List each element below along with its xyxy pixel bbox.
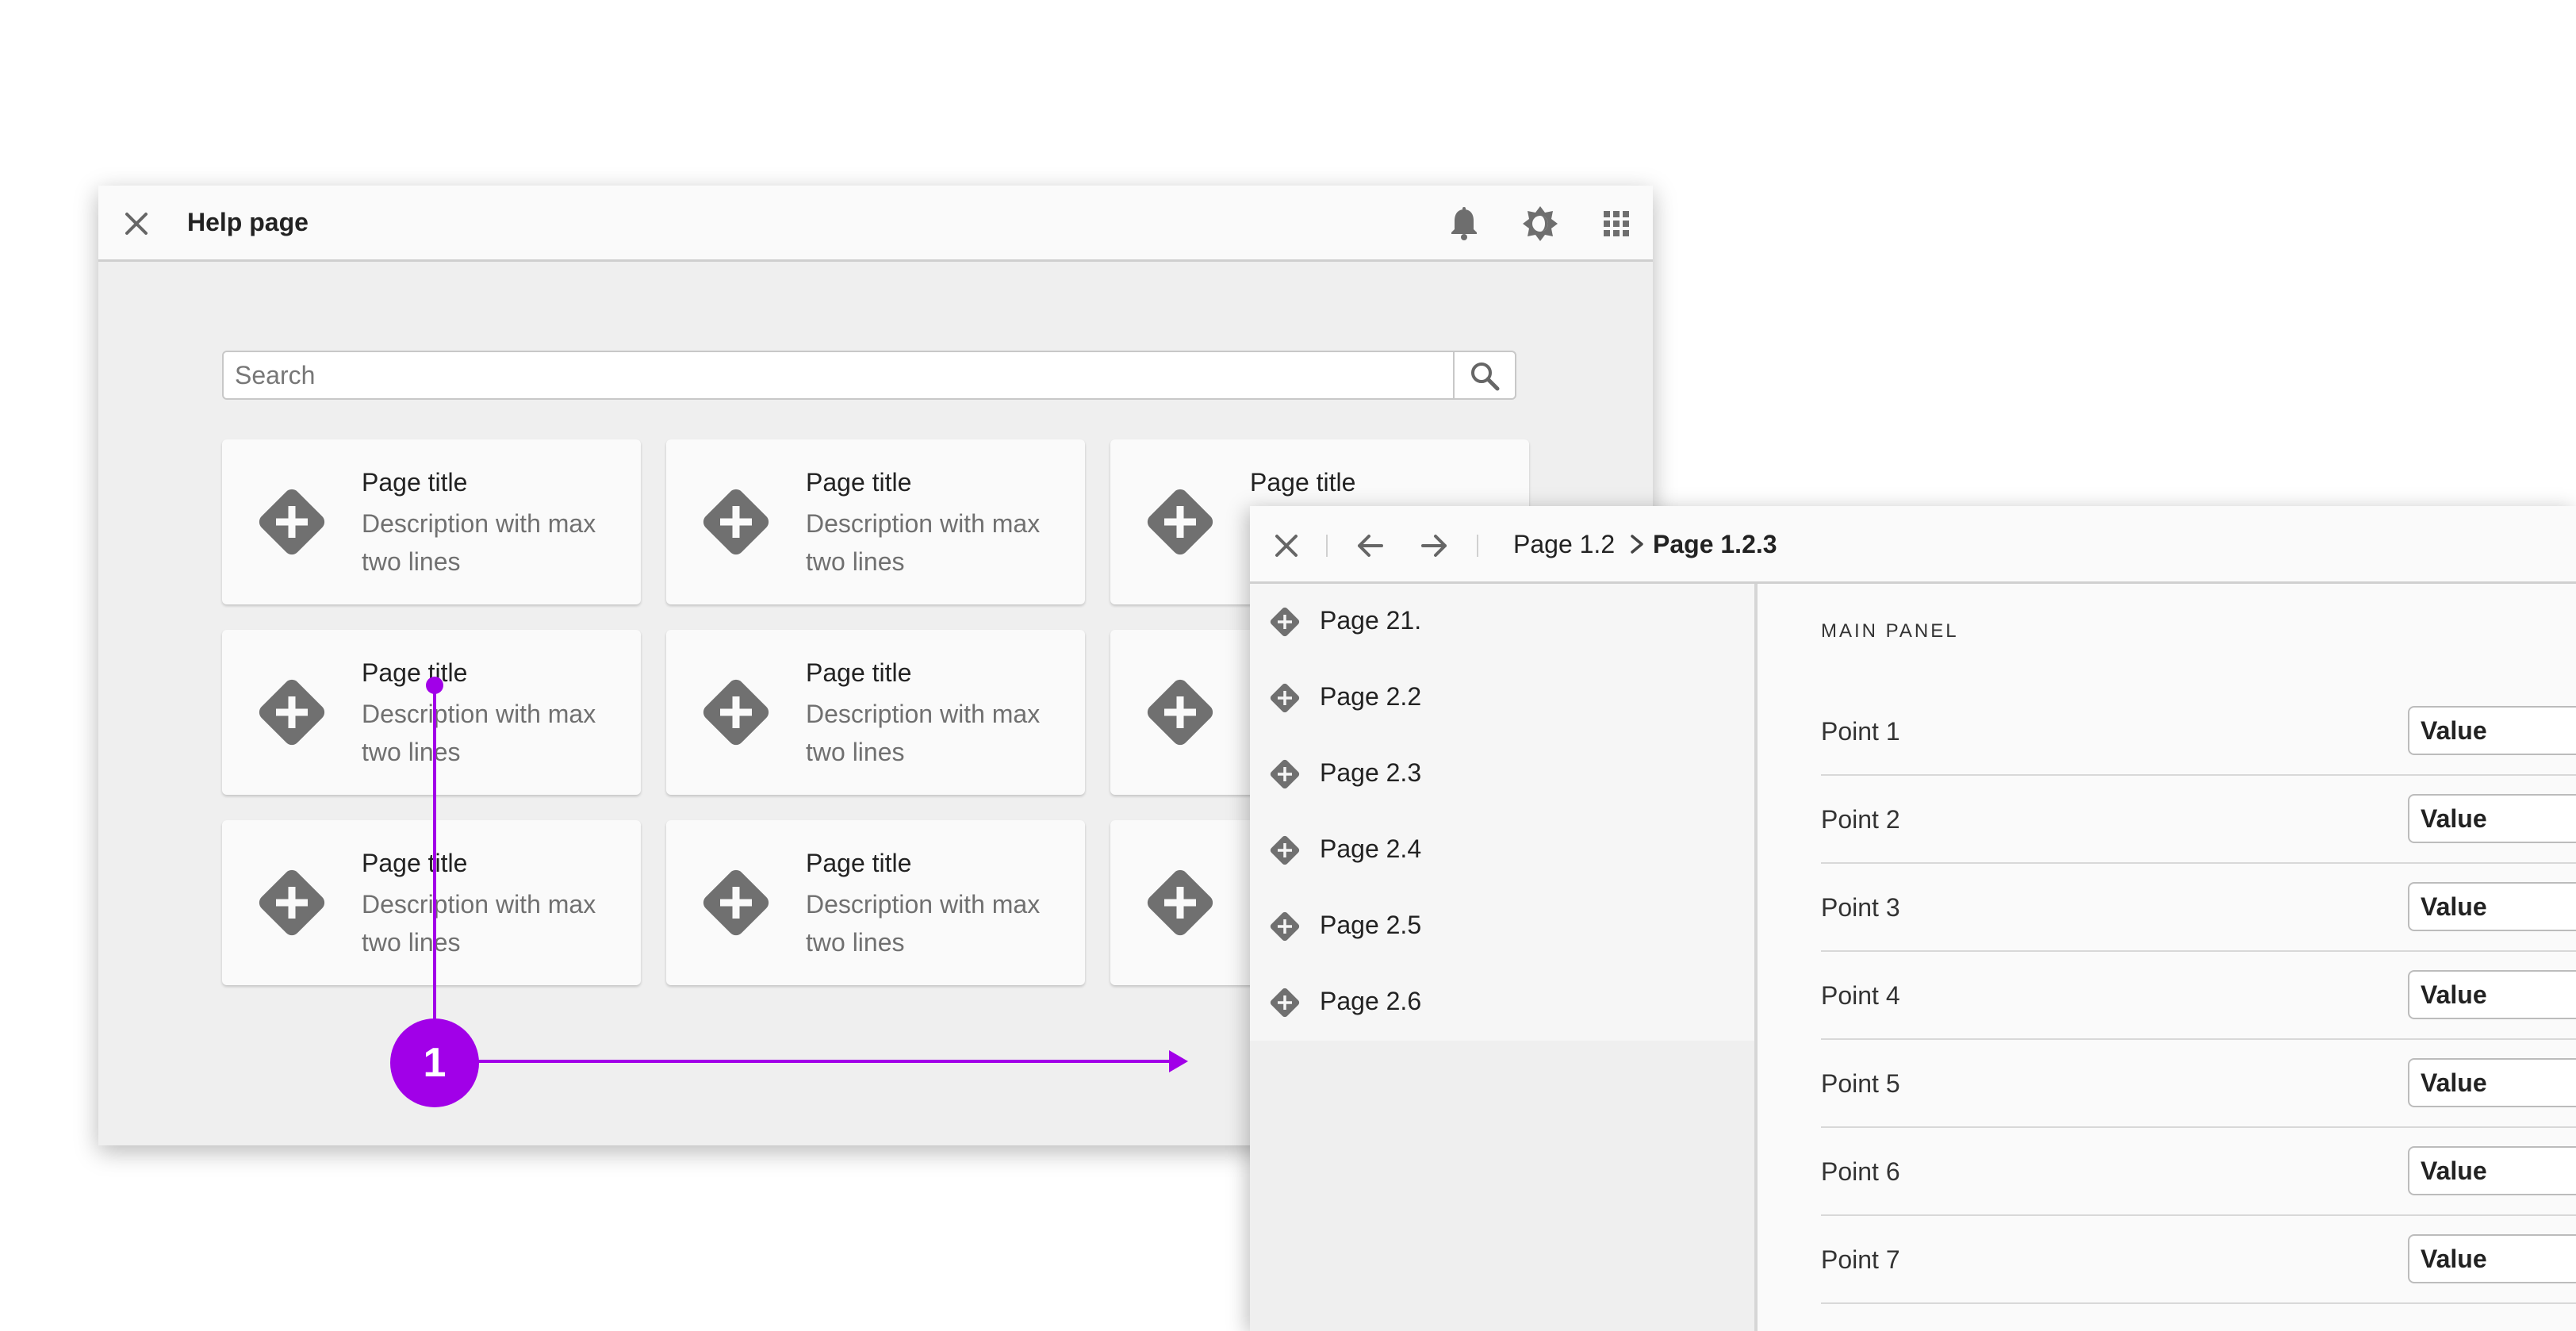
help-card[interactable]: Page title Description with max two lines [666,439,1085,604]
brightness-icon[interactable] [1521,205,1559,243]
bell-icon[interactable] [1445,205,1483,243]
add-diamond-icon [693,860,779,946]
main-panel-heading: MAIN PANEL [1821,620,1959,642]
add-diamond-icon [1267,757,1302,792]
annotation-anchor-dot [426,677,443,694]
detail-window: Page 1.2 Page 1.2.3 Page 21. Page 2.2 Page… [1250,506,2576,1331]
value-field[interactable] [2408,794,2576,843]
add-diamond-icon [1267,604,1302,639]
card-title: Page title [362,468,468,497]
value-field[interactable] [2408,1146,2576,1195]
value-field[interactable] [2408,970,2576,1019]
form-row: Point 1 [1821,687,2576,776]
card-description: Description with max two lines [362,700,596,766]
annotation-arrowhead [1169,1050,1188,1072]
add-diamond-icon [249,479,335,565]
add-diamond-icon [249,860,335,946]
sidebar-item-label: Page 2.4 [1320,834,1422,863]
value-field[interactable] [2408,1058,2576,1107]
search-bar [222,351,1516,400]
row-label: Point 1 [1821,717,1900,746]
row-label: Point 7 [1821,1245,1900,1274]
add-diamond-icon [693,479,779,565]
card-title: Page title [806,468,912,497]
breadcrumb-parent[interactable]: Page 1.2 [1513,530,1615,559]
value-field[interactable] [2408,1234,2576,1283]
chevron-right-icon [1626,528,1648,560]
row-label: Point 4 [1821,981,1900,1010]
card-description: Description with max two lines [362,890,596,957]
search-input[interactable] [224,352,1461,398]
apps-grid-icon[interactable] [1597,205,1635,243]
add-diamond-icon [1137,479,1223,565]
breadcrumb-current: Page 1.2.3 [1653,530,1777,558]
toolbar-divider [1477,535,1478,557]
help-page-titlebar: Help page [98,186,1653,262]
add-diamond-icon [1137,860,1223,946]
annotation-badge: 1 [390,1018,479,1107]
add-diamond-icon [249,669,335,755]
sidebar-item[interactable]: Page 2.2 [1250,660,1754,736]
add-diamond-icon [693,669,779,755]
search-icon [1471,362,1500,391]
row-label: Point 3 [1821,893,1900,922]
add-diamond-icon [1137,669,1223,755]
card-title: Page title [806,658,912,687]
sidebar-item[interactable]: Page 2.3 [1250,736,1754,812]
row-label: Point 5 [1821,1069,1900,1098]
add-diamond-icon [1267,833,1302,868]
sidebar-item-label: Page 2.5 [1320,911,1422,939]
annotation-connector-vertical [433,684,436,1020]
card-description: Description with max two lines [806,509,1041,576]
card-title: Page title [1250,468,1356,497]
add-diamond-icon [1267,985,1302,1020]
value-field[interactable] [2408,706,2576,755]
forward-arrow-icon[interactable] [1416,528,1451,563]
form-row: Point 4 [1821,951,2576,1040]
help-card[interactable]: Page title Description with max two lines [222,439,641,604]
sidebar-item-label: Page 21. [1320,606,1422,635]
add-diamond-icon [1267,909,1302,944]
back-arrow-icon[interactable] [1353,528,1388,563]
page-title: Help page [187,208,309,236]
form-row: Point 3 [1821,863,2576,952]
form-row: Point 6 [1821,1127,2576,1216]
sidebar-item[interactable]: Page 21. [1250,584,1754,660]
value-field[interactable] [2408,882,2576,931]
row-label: Point 2 [1821,805,1900,834]
sidebar-item[interactable]: Page 2.4 [1250,812,1754,888]
help-card[interactable]: Page title Description with max two lines [666,820,1085,985]
form-row: Point 2 [1821,775,2576,864]
form-row: Point 5 [1821,1039,2576,1128]
close-icon[interactable] [119,206,154,241]
form-row: Point 7 [1821,1215,2576,1304]
add-diamond-icon [1267,681,1302,715]
row-label: Point 6 [1821,1157,1900,1186]
card-title: Page title [362,658,468,687]
toolbar-divider [1326,535,1328,557]
annotation-connector-horizontal [476,1060,1174,1063]
search-button[interactable] [1453,352,1515,398]
sidebar-item-label: Page 2.3 [1320,758,1422,787]
card-description: Description with max two lines [806,890,1041,957]
card-title: Page title [806,849,912,877]
sidebar-item[interactable]: Page 2.5 [1250,888,1754,965]
close-icon[interactable] [1269,528,1304,563]
help-card[interactable]: Page title Description with max two lines [222,630,641,795]
card-title: Page title [362,849,468,877]
help-card[interactable]: Page title Description with max two lines [222,820,641,985]
help-card[interactable]: Page title Description with max two lines [666,630,1085,795]
card-description: Description with max two lines [806,700,1041,766]
detail-titlebar: Page 1.2 Page 1.2.3 [1250,506,2576,584]
sidebar-item-label: Page 2.2 [1320,682,1422,711]
sidebar: Page 21. Page 2.2 Page 2.3 Page 2.4 Page 2.5… [1250,584,1758,1331]
card-description: Description with max two lines [362,509,596,576]
sidebar-item-label: Page 2.6 [1320,987,1422,1015]
sidebar-item[interactable]: Page 2.6 [1250,965,1754,1041]
